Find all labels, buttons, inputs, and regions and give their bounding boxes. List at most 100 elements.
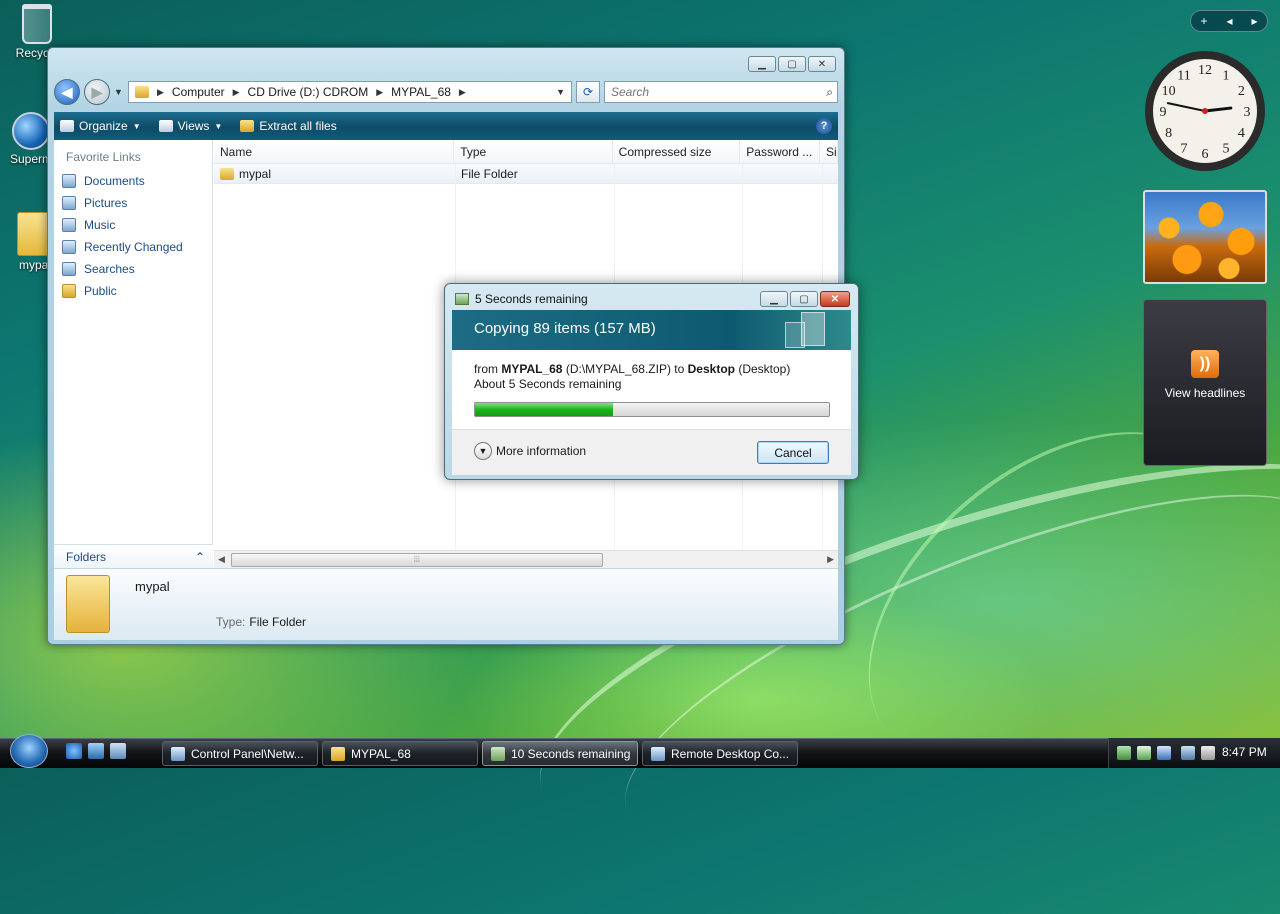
dialog-title-text: 5 Seconds remaining [475, 292, 588, 306]
searches-icon [62, 262, 76, 276]
clock-time[interactable]: 8:47 PM [1222, 745, 1267, 759]
chevron-right-icon[interactable]: ▶ [459, 87, 466, 98]
zip-folder-icon [240, 120, 255, 132]
fav-link-label: Public [84, 284, 117, 298]
cancel-button[interactable]: Cancel [757, 441, 829, 464]
dialog-body: from MYPAL_68 (D:\MYPAL_68.ZIP) to Deskt… [452, 350, 851, 429]
music-icon [62, 218, 76, 232]
extract-all-button[interactable]: Extract all files [240, 119, 337, 133]
network-icon[interactable] [1117, 746, 1131, 760]
volume-muted-icon[interactable] [1201, 746, 1215, 760]
refresh-button[interactable]: ⟳ [576, 81, 600, 103]
fav-link-public[interactable]: Public [54, 280, 212, 302]
from-prefix: from [474, 362, 502, 376]
globe-icon [12, 112, 50, 150]
forward-button[interactable]: ▶ [84, 79, 110, 105]
copy-icon [491, 746, 505, 761]
table-row[interactable]: mypal File Folder [214, 164, 838, 184]
fav-link-music[interactable]: Music [54, 214, 212, 236]
address-bar[interactable]: ▶ Computer ▶ CD Drive (D:) CDROM ▶ MYPAL… [128, 81, 572, 103]
scrollbar-thumb[interactable]: ⦙⦙⦙ [230, 552, 603, 567]
column-header-name[interactable]: Name [214, 140, 455, 163]
gadget-prev-icon[interactable]: ◂ [1226, 14, 1232, 28]
search-input[interactable] [609, 84, 827, 100]
pictures-icon [62, 196, 76, 210]
help-icon[interactable]: ? [816, 118, 832, 134]
column-header-size[interactable]: Si [820, 140, 839, 163]
views-button[interactable]: Views ▼ [158, 119, 222, 133]
recycle-bin-icon [22, 4, 52, 44]
fav-link-recently-changed[interactable]: Recently Changed [54, 236, 212, 258]
taskbar-button-control-panel[interactable]: Control Panel\Netw... [162, 741, 318, 766]
address-dropdown-icon[interactable]: ▼ [556, 87, 565, 97]
progress-bar [474, 402, 830, 417]
show-desktop-icon[interactable] [88, 743, 104, 759]
network-connection-icon[interactable] [1181, 746, 1195, 760]
feed-headlines-gadget[interactable]: )) View headlines [1143, 299, 1267, 466]
add-gadget-button[interactable]: + [1200, 14, 1207, 28]
source-name: MYPAL_68 [501, 362, 563, 376]
minimize-button[interactable]: ▁ [748, 56, 776, 72]
folders-toggle[interactable]: Folders ⌃ [54, 544, 213, 568]
internet-explorer-icon[interactable] [66, 743, 82, 759]
chevron-right-icon[interactable]: ▶ [157, 87, 164, 98]
views-label: Views [177, 119, 210, 133]
recent-pages-dropdown[interactable]: ▼ [114, 87, 124, 97]
fav-link-searches[interactable]: Searches [54, 258, 212, 280]
rss-icon: )) [1191, 350, 1219, 378]
close-button[interactable]: ✕ [820, 291, 850, 307]
fav-link-label: Documents [84, 174, 145, 188]
chevron-right-icon[interactable]: ▶ [233, 87, 240, 98]
column-header-type[interactable]: Type [454, 140, 613, 163]
start-button[interactable] [10, 734, 48, 768]
organize-button[interactable]: Organize ▼ [60, 119, 141, 133]
folder-icon [135, 86, 149, 98]
back-button[interactable]: ◀ [54, 79, 80, 105]
navigation-pane: Favorite Links Documents Pictures Music … [54, 140, 213, 568]
search-box[interactable]: ⌕ [604, 81, 838, 103]
scroll-right-icon[interactable]: ▶ [827, 554, 834, 565]
slideshow-gadget[interactable] [1143, 190, 1267, 284]
column-header-compressed-size[interactable]: Compressed size [613, 140, 741, 163]
maximize-button[interactable]: ▢ [778, 56, 806, 72]
folder-icon [331, 746, 345, 761]
breadcrumb-mypal[interactable]: MYPAL_68 [391, 85, 451, 99]
file-name-cell: mypal [214, 164, 455, 183]
security-icon[interactable] [1137, 746, 1151, 760]
taskbar-button-label: 10 Seconds remaining [511, 746, 631, 761]
taskbar-button-remote-desktop[interactable]: Remote Desktop Co... [642, 741, 798, 766]
clock-numeral: 2 [1238, 84, 1245, 99]
switch-windows-icon[interactable] [110, 743, 126, 759]
fav-link-documents[interactable]: Documents [54, 170, 212, 192]
breadcrumb-cd-drive[interactable]: CD Drive (D:) CDROM [248, 85, 369, 99]
folders-label: Folders [66, 549, 107, 564]
display-icon[interactable] [1157, 746, 1171, 760]
clock-numeral: 10 [1162, 84, 1176, 99]
scroll-left-icon[interactable]: ◀ [218, 554, 225, 565]
clock-gadget[interactable]: 12 12 3 45678 9 1011 [1143, 49, 1267, 173]
clock-numeral: 1 [1223, 69, 1230, 84]
close-button[interactable]: ✕ [808, 56, 836, 72]
column-header-password[interactable]: Password ... [740, 140, 821, 163]
taskbar-button-copy[interactable]: 10 Seconds remaining [482, 741, 638, 766]
window-caption-buttons: ▁ ▢ ✕ [748, 56, 836, 72]
gadget-next-icon[interactable]: ▸ [1251, 14, 1257, 28]
folder-icon [220, 167, 234, 180]
breadcrumb-computer[interactable]: Computer [172, 85, 225, 99]
maximize-button[interactable]: ▢ [790, 291, 818, 307]
clock-center [1202, 108, 1208, 114]
horizontal-scrollbar[interactable]: ◀ ⦙⦙⦙ ▶ [214, 550, 838, 568]
documents-icon [62, 174, 76, 188]
more-information-toggle[interactable]: ▼ More information [474, 442, 586, 460]
details-item-type: Type: File Folder [216, 615, 306, 629]
extract-label: Extract all files [259, 119, 337, 133]
fav-link-pictures[interactable]: Pictures [54, 192, 212, 214]
taskbar-button-mypal[interactable]: MYPAL_68 [322, 741, 478, 766]
details-type-label: Type: [216, 615, 246, 629]
decorative-panel [801, 312, 825, 346]
chevron-right-icon[interactable]: ▶ [376, 87, 383, 98]
minimize-button[interactable]: ▁ [760, 291, 788, 307]
search-icon[interactable]: ⌕ [826, 85, 833, 100]
chevron-down-icon: ▼ [132, 121, 141, 131]
dialog-title: 5 Seconds remaining [455, 292, 588, 306]
